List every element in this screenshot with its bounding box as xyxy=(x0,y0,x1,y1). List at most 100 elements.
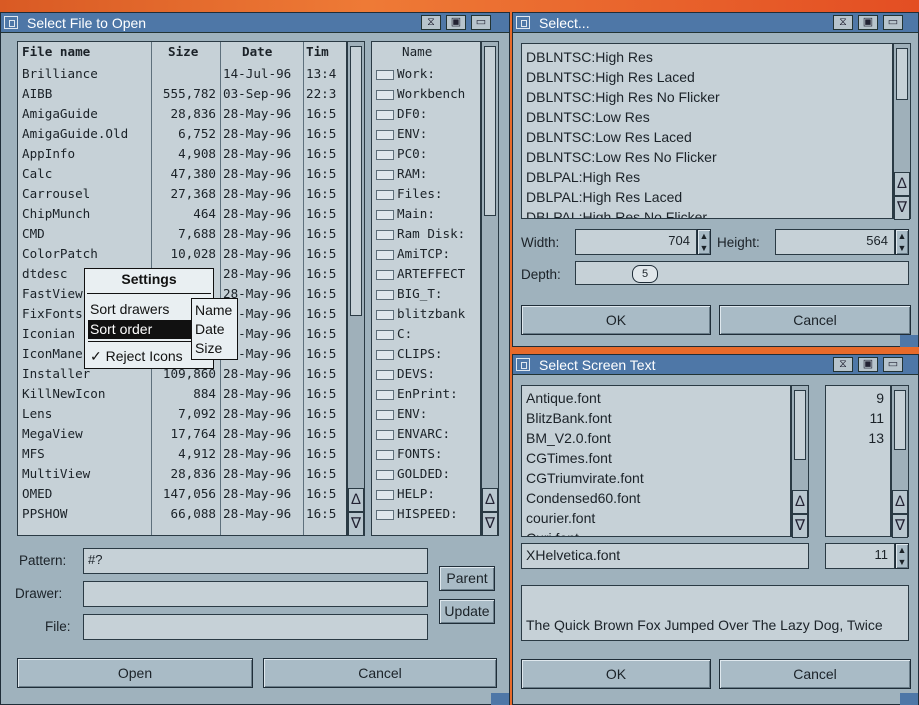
volume-row[interactable]: ENVARC: xyxy=(372,424,480,444)
font-row[interactable]: courier.font xyxy=(522,508,790,528)
resize-gadget-icon[interactable] xyxy=(900,693,918,705)
file-row[interactable]: AmigaGuide.Old 6,752 28-May-96 16:5 xyxy=(18,124,346,144)
depth-gadget-icon[interactable]: ▣ xyxy=(446,15,466,30)
height-stepper[interactable]: ▲ ▼ xyxy=(895,229,909,255)
screenmode-list[interactable]: DBLNTSC:High Res DBLNTSC:High Res Laced DB… xyxy=(521,43,893,219)
size-row[interactable]: 13 xyxy=(826,428,890,448)
resize-gadget-icon[interactable] xyxy=(900,335,918,347)
screenmode-scroll-knob[interactable] xyxy=(896,48,908,100)
font-list[interactable]: Antique.font BlitzBank.font BM_V2.0.font CG… xyxy=(521,385,791,537)
file-row[interactable]: MegaView 17,764 28-May-96 16:5 xyxy=(18,424,346,444)
font-list-scrollbar[interactable]: ∆ ∇ xyxy=(791,385,809,538)
zoom-gadget-icon[interactable]: ⧖ xyxy=(421,15,441,30)
resize-gadget-icon[interactable] xyxy=(491,693,509,705)
volume-row[interactable]: Workbench xyxy=(372,84,480,104)
scroll-up-arrow-icon[interactable]: ∆ xyxy=(894,172,910,196)
volume-row[interactable]: RAM: xyxy=(372,164,480,184)
depth-slider[interactable]: 5 xyxy=(575,261,909,285)
volume-row[interactable]: ENV: xyxy=(372,404,480,424)
screenmode-titlebar[interactable]: Select... ⧖ ▣ ▭ xyxy=(513,13,918,33)
font-cancel-button[interactable]: Cancel xyxy=(719,659,911,689)
font-titlebar[interactable]: Select Screen Text ⧖ ▣ ▭ xyxy=(513,355,918,375)
size-list[interactable]: 9 11 13 xyxy=(825,385,891,537)
volume-scroll-down-arrow-icon[interactable]: ∇ xyxy=(482,512,498,536)
zoom-gadget-icon[interactable]: ⧖ xyxy=(833,15,853,30)
volume-row[interactable]: HELP: xyxy=(372,484,480,504)
volume-row[interactable]: HISPEED: xyxy=(372,504,480,524)
size-row[interactable]: 11 xyxy=(826,408,890,428)
volume-row[interactable]: DF0: xyxy=(372,104,480,124)
open-button[interactable]: Open xyxy=(17,658,253,688)
font-row[interactable]: CGTriumvirate.font xyxy=(522,468,790,488)
update-button[interactable]: Update xyxy=(439,599,495,624)
font-size-stepper[interactable]: ▲ ▼ xyxy=(895,543,909,569)
font-name-input[interactable]: XHelvetica.font xyxy=(521,543,809,569)
screenmode-row[interactable]: DBLPAL:High Res xyxy=(522,167,892,187)
screenmode-row[interactable]: DBLNTSC:High Res Laced xyxy=(522,67,892,87)
file-row[interactable]: MFS 4,912 28-May-96 16:5 xyxy=(18,444,346,464)
volume-row[interactable]: blitzbank xyxy=(372,304,480,324)
volume-row[interactable]: CLIPS: xyxy=(372,344,480,364)
volume-row[interactable]: Files: xyxy=(372,184,480,204)
size-scroll-knob[interactable] xyxy=(894,390,906,450)
volume-list-scroll-knob[interactable] xyxy=(484,46,496,216)
volume-row[interactable]: ENV: xyxy=(372,124,480,144)
file-row[interactable]: CMD 7,688 28-May-96 16:5 xyxy=(18,224,346,244)
file-row[interactable]: AmigaGuide 28,836 28-May-96 16:5 xyxy=(18,104,346,124)
close-gadget-icon[interactable] xyxy=(516,358,530,371)
screenmode-row[interactable]: DBLNTSC:Low Res No Flicker xyxy=(522,147,892,167)
font-row[interactable]: Antique.font xyxy=(522,388,790,408)
volume-scroll-up-arrow-icon[interactable]: ∆ xyxy=(482,488,498,512)
size-row[interactable]: 9 xyxy=(826,388,890,408)
scroll-down-arrow-icon[interactable]: ∇ xyxy=(894,196,910,220)
submenu-item-size[interactable]: Size xyxy=(193,339,234,358)
scroll-up-arrow-icon[interactable]: ∆ xyxy=(348,488,364,512)
screenmode-ok-button[interactable]: OK xyxy=(521,305,711,335)
size-scroll-up-arrow-icon[interactable]: ∆ xyxy=(892,490,908,514)
height-input[interactable]: 564 xyxy=(775,229,895,255)
screenmode-row[interactable]: DBLNTSC:High Res No Flicker xyxy=(522,87,892,107)
column-header-name[interactable]: File name xyxy=(22,42,90,62)
cancel-button[interactable]: Cancel xyxy=(263,658,497,688)
volume-row[interactable]: ARTEFFECT xyxy=(372,264,480,284)
file-row[interactable]: OMED 147,056 28-May-96 16:5 xyxy=(18,484,346,504)
volume-row[interactable]: BIG_T: xyxy=(372,284,480,304)
zoom-gadget-icon[interactable]: ⧖ xyxy=(833,357,853,372)
iconify-gadget-icon[interactable]: ▭ xyxy=(883,357,903,372)
iconify-gadget-icon[interactable]: ▭ xyxy=(471,15,491,30)
file-row[interactable]: Brilliance 14-Jul-96 13:4 xyxy=(18,64,346,84)
depth-gadget-icon[interactable]: ▣ xyxy=(858,15,878,30)
file-row[interactable]: Carrousel 27,368 28-May-96 16:5 xyxy=(18,184,346,204)
file-row[interactable]: ColorPatch 10,028 28-May-96 16:5 xyxy=(18,244,346,264)
column-header-time[interactable]: Tim xyxy=(306,42,329,62)
depth-slider-knob[interactable]: 5 xyxy=(632,265,658,283)
screenmode-row[interactable]: DBLPAL:High Res No Flicker xyxy=(522,207,892,218)
close-gadget-icon[interactable] xyxy=(516,16,530,29)
screenmode-scrollbar[interactable]: ∆ ∇ xyxy=(893,43,911,220)
column-header-size[interactable]: Size xyxy=(168,42,198,62)
file-row[interactable]: Lens 7,092 28-May-96 16:5 xyxy=(18,404,346,424)
close-gadget-icon[interactable] xyxy=(4,16,18,29)
size-list-scrollbar[interactable]: ∆ ∇ xyxy=(891,385,909,538)
parent-button[interactable]: Parent xyxy=(439,566,495,591)
font-row[interactable]: BlitzBank.font xyxy=(522,408,790,428)
volume-row[interactable]: AmiTCP: xyxy=(372,244,480,264)
submenu-item-name[interactable]: Name xyxy=(193,301,234,320)
iconify-gadget-icon[interactable]: ▭ xyxy=(883,15,903,30)
volume-row[interactable]: C: xyxy=(372,324,480,344)
scroll-down-arrow-icon[interactable]: ∇ xyxy=(348,512,364,536)
font-ok-button[interactable]: OK xyxy=(521,659,711,689)
screenmode-row[interactable]: DBLNTSC:Low Res Laced xyxy=(522,127,892,147)
drawer-input[interactable] xyxy=(83,581,428,607)
volume-row[interactable]: EnPrint: xyxy=(372,384,480,404)
width-stepper[interactable]: ▲ ▼ xyxy=(697,229,711,255)
scroll-down-arrow-icon[interactable]: ∇ xyxy=(792,514,808,538)
file-row[interactable]: ChipMunch 464 28-May-96 16:5 xyxy=(18,204,346,224)
font-size-input[interactable]: 11 xyxy=(825,543,895,569)
volume-list[interactable]: Name Work: Workbench DF0: ENV: PC0: RAM: Files… xyxy=(371,41,481,536)
volume-row[interactable]: FONTS: xyxy=(372,444,480,464)
depth-gadget-icon[interactable]: ▣ xyxy=(858,357,878,372)
volume-row[interactable]: Main: xyxy=(372,204,480,224)
pattern-input[interactable]: #? xyxy=(83,548,428,574)
file-list-scroll-knob[interactable] xyxy=(350,46,362,316)
